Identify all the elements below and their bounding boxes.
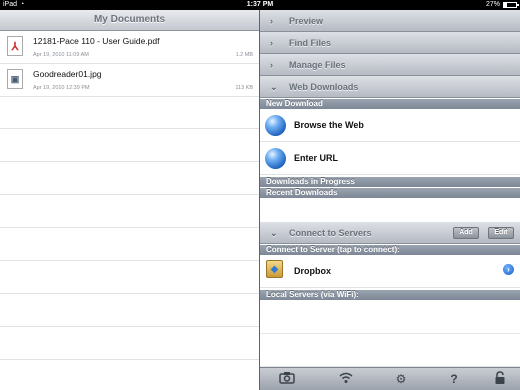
section-label: Connect to Servers (289, 228, 372, 238)
tools-pane: › Preview › Find Files › Manage Files ⌄ … (260, 10, 520, 390)
globe-icon (265, 148, 286, 169)
section-connect-to-servers[interactable]: ⌄ Connect to Servers Add Edit (260, 222, 520, 244)
enter-url-button[interactable]: Enter URL (260, 143, 520, 175)
subheader-recent-downloads: Recent Downloads (260, 188, 520, 198)
section-label: Web Downloads (289, 82, 359, 92)
chevron-right-icon: › (270, 16, 273, 26)
file-list: ⅄ 12181-Pace 110 - User Guide.pdf Apr 19… (0, 31, 259, 97)
wifi-icon[interactable] (336, 371, 356, 387)
section-web-downloads[interactable]: ⌄ Web Downloads (260, 76, 520, 98)
section-preview[interactable]: › Preview (260, 10, 520, 32)
action-label: Enter URL (294, 153, 339, 163)
dropbox-row[interactable]: ◆ Dropbox › (260, 256, 520, 288)
add-server-button[interactable]: Add (453, 227, 479, 239)
browse-web-button[interactable]: Browse the Web (260, 110, 520, 142)
action-label: Browse the Web (294, 120, 364, 130)
subheader-connect-to-server: Connect to Server (tap to connect): (260, 245, 520, 255)
file-size: 113 KB (235, 85, 253, 91)
chevron-down-icon: ⌄ (270, 228, 278, 238)
file-name: 12181-Pace 110 - User Guide.pdf (33, 36, 160, 46)
gear-icon[interactable]: ⚙ (391, 371, 411, 387)
status-bar: iPad ◔ 1:37 PM 27% (0, 0, 520, 10)
dropbox-icon: ◆ (266, 260, 283, 278)
battery-icon (503, 2, 519, 8)
recent-downloads-list (260, 199, 520, 222)
pdf-file-icon: ⅄ (7, 36, 23, 56)
battery-level (504, 3, 508, 7)
file-size: 1.2 MB (235, 52, 253, 58)
documents-pane: My Documents ⅄ 12181-Pace 110 - User Gui… (0, 10, 259, 390)
disclosure-arrow-icon[interactable]: › (503, 264, 514, 275)
file-row[interactable]: ⅄ 12181-Pace 110 - User Guide.pdf Apr 19… (0, 31, 259, 64)
section-label: Manage Files (289, 60, 346, 70)
chevron-right-icon: › (270, 38, 273, 48)
camera-icon[interactable] (277, 371, 297, 387)
edit-servers-button[interactable]: Edit (488, 227, 514, 239)
section-find-files[interactable]: › Find Files (260, 32, 520, 54)
help-icon[interactable]: ? (444, 371, 464, 387)
globe-icon (265, 115, 286, 136)
status-time: 1:37 PM (246, 1, 274, 8)
subheader-local-servers: Local Servers (via WiFi): (260, 290, 520, 300)
chevron-right-icon: › (270, 60, 273, 70)
section-label: Preview (289, 16, 324, 26)
subheader-new-download: New Download (260, 99, 520, 109)
local-servers-list (260, 301, 520, 368)
file-date: Apr 19, 2010 12:39 PM (33, 85, 90, 91)
section-label: Find Files (289, 38, 332, 48)
subheader-downloads-in-progress: Downloads in Progress (260, 177, 520, 187)
chevron-down-icon: ⌄ (270, 82, 278, 92)
file-date: Apr 19, 2010 11:09 AM (33, 52, 89, 58)
file-name: Goodreader01.jpg (33, 69, 102, 79)
action-label: Dropbox (294, 266, 331, 276)
lock-icon[interactable] (490, 371, 510, 387)
battery-percent: 27% (485, 1, 500, 8)
file-row[interactable]: ▣ Goodreader01.jpg Apr 19, 2010 12:39 PM… (0, 64, 259, 97)
image-file-icon: ▣ (7, 69, 23, 89)
status-right: 27% (485, 0, 519, 10)
bottom-toolbar: ⚙ ? (260, 367, 520, 390)
documents-title: My Documents (0, 10, 259, 31)
section-manage-files[interactable]: › Manage Files (260, 54, 520, 76)
